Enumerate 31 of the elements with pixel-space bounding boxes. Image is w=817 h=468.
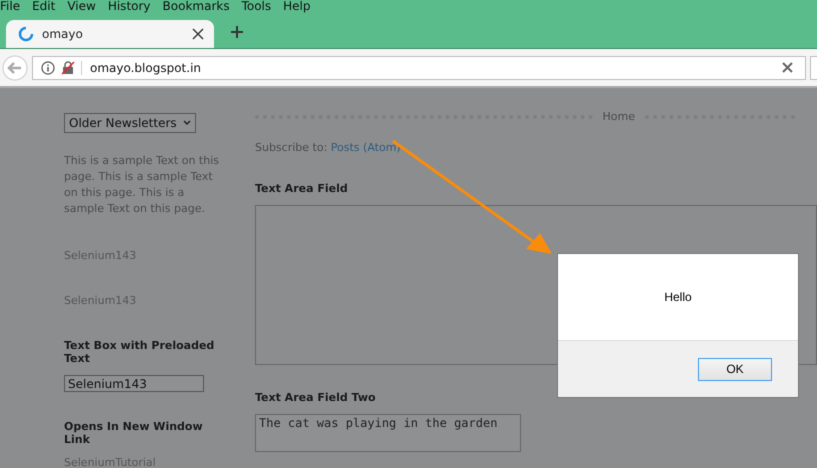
- url-text: omayo.blogspot.in: [81, 60, 776, 74]
- menu-item[interactable]: Tools: [242, 0, 272, 14]
- sample-text: Selenium143: [64, 249, 136, 262]
- section-heading: Text Area Field: [255, 182, 348, 195]
- menu-item[interactable]: History: [108, 0, 151, 14]
- sample-paragraph: This is a sample Text on this page. This is a sample Text on this page. This is a sample Text on this page.: [64, 153, 220, 217]
- close-icon[interactable]: [782, 62, 793, 73]
- menu-item[interactable]: Edit: [32, 0, 56, 14]
- sample-text: Selenium143: [64, 294, 136, 307]
- address-bar[interactable]: omayo.blogspot.in: [32, 56, 806, 80]
- text-box[interactable]: Selenium143: [64, 375, 204, 392]
- menu-item[interactable]: File: [0, 0, 20, 14]
- insecure-lock-icon: [61, 60, 75, 74]
- menu-item[interactable]: Bookmarks: [162, 0, 230, 14]
- close-icon[interactable]: [192, 28, 204, 40]
- tab-title: omayo: [42, 27, 84, 41]
- alert-message: Hello: [664, 290, 692, 304]
- section-heading: Text Area Field Two: [255, 391, 376, 404]
- dropdown[interactable]: Older Newsletters: [64, 113, 196, 133]
- menu-item[interactable]: Help: [283, 0, 310, 14]
- section-heading: Opens In New Window Link: [64, 420, 204, 446]
- search-field[interactable]: [810, 56, 817, 80]
- chevron-down-icon: [182, 120, 191, 126]
- info-icon[interactable]: [41, 60, 55, 74]
- text-area[interactable]: The cat was playing in the garden: [255, 414, 521, 452]
- plus-icon[interactable]: [230, 25, 244, 39]
- browser-tab[interactable]: omayo: [6, 20, 214, 48]
- subscribe-label: Subscribe to:: [255, 141, 328, 154]
- menu-item[interactable]: View: [67, 0, 96, 14]
- ok-button[interactable]: OK: [698, 358, 772, 380]
- section-heading: Text Box with Preloaded Text: [64, 339, 216, 365]
